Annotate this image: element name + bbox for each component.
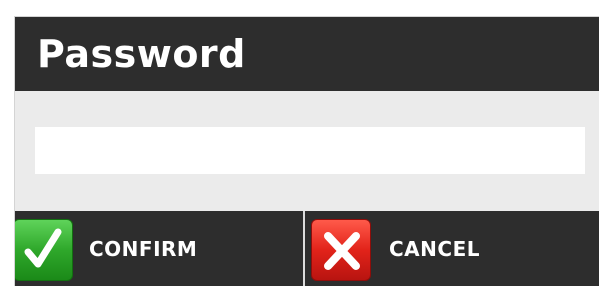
dialog-title: Password — [37, 32, 246, 76]
confirm-label: CONFIRM — [89, 237, 198, 261]
cancel-label: CANCEL — [389, 237, 480, 261]
dialog-header: Password — [15, 17, 599, 91]
cancel-button[interactable]: CANCEL — [305, 211, 599, 286]
password-input[interactable] — [35, 127, 585, 174]
close-icon — [311, 219, 371, 281]
dialog-body — [15, 91, 599, 211]
checkmark-icon — [15, 219, 73, 281]
password-dialog: Password CONFIRM CANCEL — [14, 16, 599, 286]
confirm-button[interactable]: CONFIRM — [15, 211, 303, 286]
dialog-footer: CONFIRM CANCEL — [15, 211, 599, 286]
